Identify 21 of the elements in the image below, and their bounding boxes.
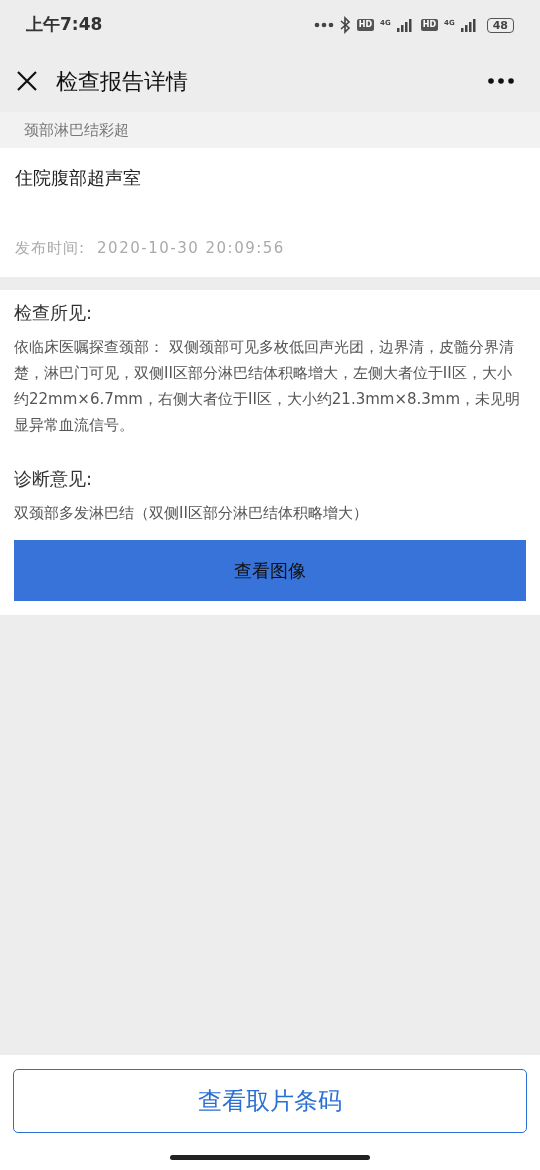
close-icon[interactable] bbox=[16, 70, 38, 92]
signal-icon bbox=[460, 18, 479, 32]
section-heading: 诊断意见: bbox=[14, 467, 94, 491]
hd-badge: HD bbox=[356, 19, 375, 31]
publish-time: 2020-10-30 20:09:56 bbox=[97, 237, 285, 259]
publish-label: 发布时间: bbox=[15, 237, 86, 259]
section-heading: 检查所见: bbox=[14, 301, 94, 325]
page-title: 检查报告详情 bbox=[56, 67, 188, 96]
signal-icon bbox=[396, 18, 415, 32]
department-name: 住院腹部超声室 bbox=[15, 166, 142, 190]
more-icon bbox=[313, 22, 334, 28]
bluetooth-icon bbox=[339, 16, 351, 34]
battery-level: 48 bbox=[486, 17, 514, 33]
view-images-button[interactable]: 查看图像 bbox=[14, 540, 526, 601]
barcode-button[interactable]: 查看取片条码 bbox=[13, 1069, 527, 1133]
exam-name: 颈部淋巴结彩超 bbox=[24, 119, 129, 141]
status-time: 上午7:48 bbox=[26, 13, 103, 37]
findings-text: 依临床医嘱探查颈部： 双侧颈部可见多枚低回声光团，边界清，皮髓分界清楚，淋巴门可见，双侧II区部分淋巴结体积略增大，左侧大者位于II区，大小约22mm×6.7mm，右侧大者位于II区，大小约21.3mm×8.3mm，未见明显异常血流信号。 bbox=[14, 337, 522, 436]
hd-badge: HD bbox=[420, 19, 439, 31]
diagnosis-text: 双颈部多发淋巴结（双侧II区部分淋巴结体积略增大） bbox=[14, 503, 369, 524]
more-icon[interactable] bbox=[488, 78, 514, 84]
